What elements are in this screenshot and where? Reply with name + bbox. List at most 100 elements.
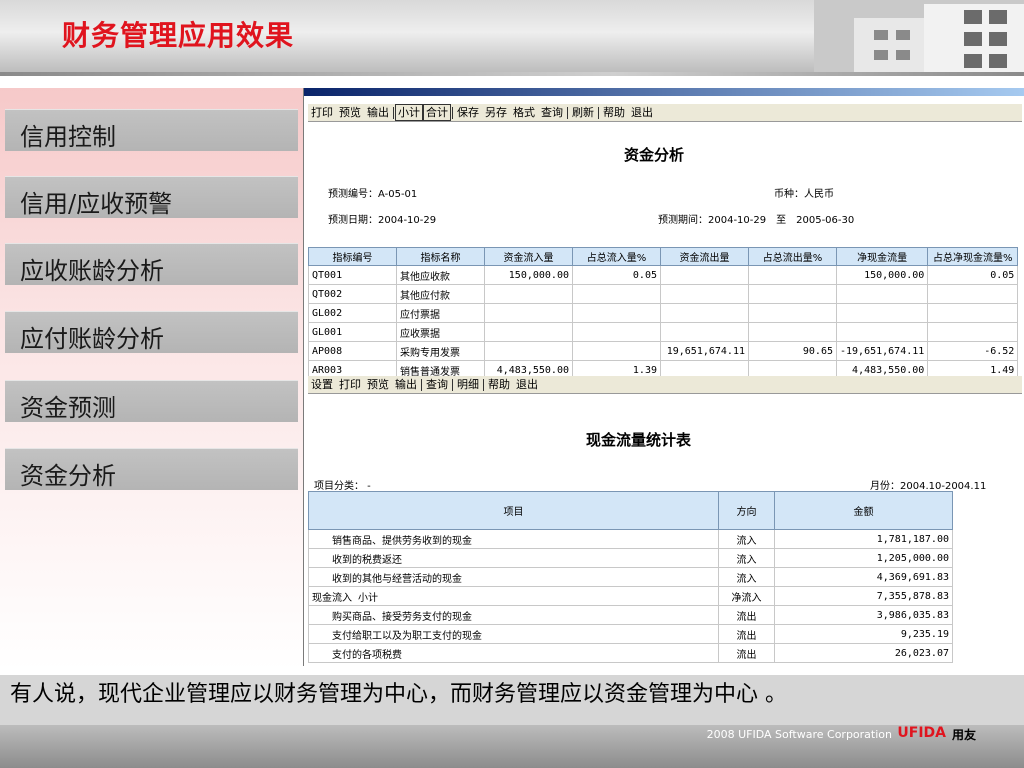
yonyou-logo: 用友 bbox=[951, 728, 976, 742]
table-row[interactable]: 支付给职工以及为职工支付的现金 流出 9,235.19 bbox=[308, 624, 953, 644]
column-header[interactable]: 资金流出量 bbox=[660, 247, 749, 266]
subtotal-button[interactable]: 小计 bbox=[395, 104, 423, 121]
table-cell: 支付的各项税费 bbox=[308, 643, 719, 663]
table-row[interactable]: QT002 其他应付款 bbox=[308, 284, 1019, 304]
query-button[interactable]: 查询 bbox=[423, 376, 451, 393]
query-button[interactable]: 查询 bbox=[538, 104, 566, 121]
forecast-date: 预测日期：2004-10-29 bbox=[328, 215, 437, 226]
preview-button[interactable]: 预览 bbox=[336, 104, 364, 121]
table-row[interactable]: 收到的其他与经营活动的现金 流入 4,369,691.83 bbox=[308, 567, 953, 587]
table-cell bbox=[835, 284, 929, 304]
table-cell bbox=[660, 265, 749, 285]
building-graphic bbox=[814, 0, 1024, 72]
column-header[interactable]: 指标编号 bbox=[308, 247, 397, 266]
help-button[interactable]: 帮助 bbox=[600, 104, 628, 121]
table-cell: 1,781,187.00 bbox=[774, 529, 953, 549]
table-cell: 收到的其他与经营活动的现金 bbox=[308, 567, 719, 587]
table-row[interactable]: 收到的税费返还 流入 1,205,000.00 bbox=[308, 548, 953, 568]
table-cell: 现金流入 小计 bbox=[308, 586, 719, 606]
toolbar-separator bbox=[598, 107, 599, 119]
table-cell bbox=[748, 265, 837, 285]
column-header[interactable]: 占总流出量% bbox=[748, 247, 837, 266]
format-button[interactable]: 格式 bbox=[510, 104, 538, 121]
table-cell bbox=[660, 284, 749, 304]
table-cell: QT002 bbox=[308, 284, 397, 304]
table-cell: GL001 bbox=[308, 322, 397, 342]
column-header[interactable]: 指标名称 bbox=[396, 247, 485, 266]
table-cell: 应收票据 bbox=[396, 322, 485, 342]
print-button[interactable]: 打印 bbox=[336, 376, 364, 393]
table-cell bbox=[927, 303, 1019, 323]
table-cell: 流入 bbox=[718, 567, 775, 587]
table-cell: 0.05 bbox=[927, 265, 1019, 285]
toolbar-separator bbox=[452, 379, 453, 391]
exit-button[interactable]: 退出 bbox=[513, 376, 541, 393]
table-cell: 流入 bbox=[718, 548, 775, 568]
page-title: 财务管理应用效果 bbox=[62, 19, 295, 52]
table-cell bbox=[572, 303, 661, 323]
table-cell: GL002 bbox=[308, 303, 397, 323]
settings-button[interactable]: 设置 bbox=[308, 376, 336, 393]
table-cell: 90.65 bbox=[748, 341, 837, 361]
column-header[interactable]: 占总流入量% bbox=[572, 247, 661, 266]
column-header[interactable]: 占总净现金流量% bbox=[927, 247, 1019, 266]
header-divider bbox=[0, 72, 1024, 76]
export-button[interactable]: 输出 bbox=[392, 376, 420, 393]
sidebar-item-fund-analysis[interactable]: 资金分析 bbox=[5, 448, 298, 490]
table-cell bbox=[484, 322, 573, 342]
table-cell: 其他应收款 bbox=[396, 265, 485, 285]
sidebar-item-label: 信用控制 bbox=[20, 123, 116, 151]
table-row[interactable]: 销售商品、提供劳务收到的现金 流入 1,781,187.00 bbox=[308, 529, 953, 549]
window-titlebar bbox=[304, 88, 1024, 96]
table-row[interactable]: 支付的各项税费 流出 26,023.07 bbox=[308, 643, 953, 663]
table-row[interactable]: GL001 应收票据 bbox=[308, 322, 1019, 342]
help-button[interactable]: 帮助 bbox=[485, 376, 513, 393]
total-button[interactable]: 合计 bbox=[423, 104, 451, 121]
refresh-button[interactable]: 刷新 bbox=[569, 104, 597, 121]
table-cell: 销售商品、提供劳务收到的现金 bbox=[308, 529, 719, 549]
column-header[interactable]: 资金流入量 bbox=[484, 247, 573, 266]
column-header[interactable]: 净现金流量 bbox=[835, 247, 929, 266]
column-header[interactable]: 项目 bbox=[308, 491, 719, 530]
toolbar-separator bbox=[567, 107, 568, 119]
sidebar-item-label: 应付账龄分析 bbox=[20, 325, 164, 353]
table-cell bbox=[484, 341, 573, 361]
table-row[interactable]: GL002 应付票据 bbox=[308, 303, 1019, 323]
sidebar-item-ap-aging[interactable]: 应付账龄分析 bbox=[5, 311, 298, 353]
column-header[interactable]: 方向 bbox=[718, 491, 775, 530]
sidebar-item-credit-warning[interactable]: 信用/应收预警 bbox=[5, 176, 298, 218]
save-as-button[interactable]: 另存 bbox=[482, 104, 510, 121]
table-cell bbox=[835, 322, 929, 342]
report-screenshot: 打印 预览 输出 小计 合计 保存 另存 格式 查询 刷新 帮助 退出 资金分析 预测编号：A-05-… bbox=[303, 88, 1024, 666]
sidebar-item-label: 资金分析 bbox=[20, 462, 116, 490]
project-category: 项目分类： - bbox=[314, 481, 371, 492]
exit-button[interactable]: 退出 bbox=[628, 104, 656, 121]
export-button[interactable]: 输出 bbox=[364, 104, 392, 121]
toolbar-separator bbox=[421, 379, 422, 391]
sidebar-item-fund-forecast[interactable]: 资金预测 bbox=[5, 380, 298, 422]
header-bar: 财务管理应用效果 bbox=[0, 0, 1024, 72]
table-cell: 采购专用发票 bbox=[396, 341, 485, 361]
table-cell: QT001 bbox=[308, 265, 397, 285]
detail-button[interactable]: 明细 bbox=[454, 376, 482, 393]
report-title-fund-analysis: 资金分析 bbox=[624, 146, 685, 164]
sidebar-item-label: 信用/应收预警 bbox=[20, 190, 173, 218]
table-cell: 26,023.07 bbox=[774, 643, 953, 663]
table-cell: 应付票据 bbox=[396, 303, 485, 323]
month-range: 月份：2004.10-2004.11 bbox=[870, 481, 987, 492]
sidebar-item-ar-aging[interactable]: 应收账龄分析 bbox=[5, 243, 298, 285]
table-row[interactable]: QT001 其他应收款 150,000.00 0.05 150,000.00 0.05 bbox=[308, 265, 1019, 285]
column-header[interactable]: 金额 bbox=[774, 491, 953, 530]
report-title-cashflow: 现金流量统计表 bbox=[586, 431, 692, 449]
table-cell bbox=[748, 303, 837, 323]
sidebar-item-credit-control[interactable]: 信用控制 bbox=[5, 109, 298, 151]
table-row[interactable]: 购买商品、接受劳务支付的现金 流出 3,986,035.83 bbox=[308, 605, 953, 625]
print-button[interactable]: 打印 bbox=[308, 104, 336, 121]
table-row[interactable]: AP008 采购专用发票 19,651,674.11 90.65 -19,651,674… bbox=[308, 341, 1019, 361]
preview-button[interactable]: 预览 bbox=[364, 376, 392, 393]
table-cell bbox=[484, 284, 573, 304]
save-button[interactable]: 保存 bbox=[454, 104, 482, 121]
table-cell bbox=[572, 341, 661, 361]
table-row[interactable]: 现金流入 小计 净流入 7,355,878.83 bbox=[308, 586, 953, 606]
table-cell: 支付给职工以及为职工支付的现金 bbox=[308, 624, 719, 644]
